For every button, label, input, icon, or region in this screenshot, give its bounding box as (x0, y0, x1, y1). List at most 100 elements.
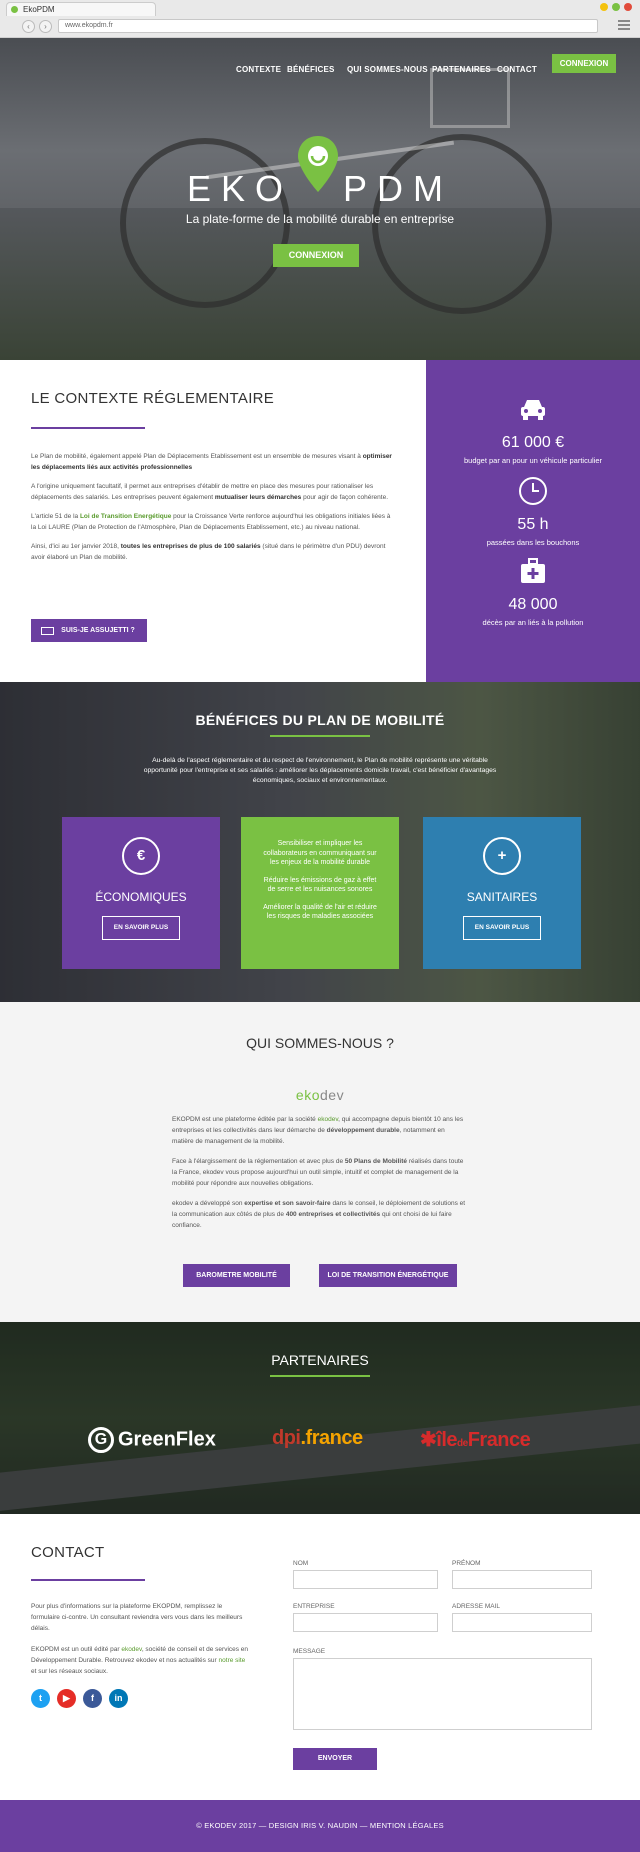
nav-contact[interactable]: CONTACT (497, 60, 537, 80)
card-title: SANITAIRES (466, 890, 538, 904)
stat-car: 61 000 € budget par an pour un véhicule … (426, 394, 640, 465)
close-icon[interactable] (624, 3, 632, 11)
learn-more-button[interactable]: EN SAVOIR PLUS (463, 916, 541, 940)
context-paragraph-3: L'article 51 de la Loi de Transition Ene… (31, 513, 391, 531)
email-field[interactable] (452, 1613, 592, 1632)
card-health: + SANITAIRES EN SAVOIR PLUS (423, 817, 581, 969)
label-prenom: PRÉNOM (452, 1560, 481, 1567)
hero-logo-text: EKO PDM (0, 168, 640, 210)
card-economic: € ÉCONOMIQUES EN SAVOIR PLUS (62, 817, 220, 969)
nav-partenaires[interactable]: PARTENAIRES (432, 60, 491, 80)
footer: © EKODEV 2017 — DESIGN IRIS V. NAUDIN — … (0, 1800, 640, 1852)
card-text: Réduire les émissions de gaz à effet de … (263, 876, 377, 894)
about-section: QUI SOMMES-NOUS ? ekodev EKOPDM est une … (0, 1002, 640, 1322)
hero-tagline: La plate-forme de la mobilité durable en… (185, 212, 455, 226)
title-underline (31, 1579, 145, 1581)
context-title: LE CONTEXTE RÉGLEMENTAIRE (31, 390, 275, 407)
benefits-intro: Au-delà de l'aspect réglementaire et du … (143, 757, 497, 784)
label-message: MESSAGE (293, 1648, 326, 1655)
card-text: Améliorer la qualité de l'air et réduire… (263, 903, 377, 921)
twitter-icon[interactable]: t (31, 1689, 50, 1708)
partners-section: PARTENAIRES G GreenFlex dpi.france ✱îlede… (0, 1322, 640, 1514)
logo-left: EKO (186, 168, 294, 209)
send-button[interactable]: ENVOYER (293, 1748, 377, 1770)
about-title: QUI SOMMES-NOUS ? (246, 1035, 394, 1051)
title-underline (270, 1375, 370, 1377)
mobility-barometer-button[interactable]: BAROMETRE MOBILITÉ (183, 1264, 290, 1287)
context-section: LE CONTEXTE RÉGLEMENTAIRE Le Plan de mob… (0, 360, 426, 682)
stat-value: 61 000 € (501, 434, 565, 451)
nav-connect-button[interactable]: CONNEXION (552, 54, 616, 73)
window-controls (600, 3, 632, 11)
logo-right: PDM (343, 168, 454, 209)
hero-section: CONTEXTE BÉNÉFICES QUI SOMMES-NOUS PARTE… (0, 38, 640, 360)
about-paragraph-3: ekodev a développé son expertise et son … (172, 1200, 466, 1229)
envelope-icon (41, 627, 54, 635)
benefits-section: BÉNÉFICES DU PLAN DE MOBILITÉ Au-delà de… (0, 682, 640, 1002)
about-body: EKOPDM est une plateforme éditée par la … (172, 1114, 468, 1240)
contact-paragraph-1: Pour plus d'informations sur la platefor… (31, 1603, 243, 1632)
stat-value: 48 000 (508, 596, 558, 613)
card-environmental: Sensibiliser et impliquer les collaborat… (241, 817, 399, 969)
message-field[interactable] (293, 1658, 592, 1730)
facebook-icon[interactable]: f (83, 1689, 102, 1708)
stat-label: budget par an pour un véhicule particuli… (463, 456, 602, 465)
car-icon (521, 400, 545, 420)
title-underline (270, 735, 370, 737)
dpi-france-logo[interactable]: dpi.france (272, 1427, 363, 1450)
context-paragraph-2: A l'origine uniquement facultatif, il pe… (31, 483, 389, 501)
company-field[interactable] (293, 1613, 438, 1632)
tab-title: EkoPDM (23, 5, 55, 14)
social-links: t ▶ f in (31, 1689, 251, 1708)
ile-de-france-logo[interactable]: ✱îledeFrance (420, 1427, 531, 1452)
prenom-field[interactable] (452, 1570, 592, 1589)
back-button[interactable]: ‹ (22, 20, 35, 33)
stat-value: 55 h (517, 516, 549, 533)
card-text: Sensibiliser et impliquer les collaborat… (263, 840, 377, 866)
stat-traffic: 55 h passées dans les bouchons (426, 476, 640, 547)
medkit-icon (521, 558, 545, 583)
hamburger-menu-icon[interactable] (618, 20, 630, 30)
greenflex-logo[interactable]: G GreenFlex (88, 1427, 216, 1453)
stat-pollution: 48 000 décès par an liés à la pollution (426, 556, 640, 627)
benefits-title: BÉNÉFICES DU PLAN DE MOBILITÉ (195, 712, 445, 728)
contact-info: CONTACT Pour plus d'informations sur la … (31, 1544, 251, 1708)
label-entreprise: ENTREPRISE (293, 1603, 335, 1610)
hero-connect-button[interactable]: CONNEXION (273, 244, 359, 267)
about-paragraph-2: Face à l'élargissement de la réglementat… (172, 1158, 464, 1187)
energy-transition-law-button[interactable]: LOI DE TRANSITION ÉNERGÉTIQUE (319, 1264, 457, 1287)
plus-icon: + (483, 837, 521, 875)
stats-panel: 61 000 € budget par an pour un véhicule … (426, 360, 640, 682)
stat-label: décès par an liés à la pollution (482, 618, 584, 627)
nav-benefices[interactable]: BÉNÉFICES (287, 60, 335, 80)
partners-title: PARTENAIRES (271, 1352, 369, 1368)
browser-tab[interactable]: EkoPDM (6, 2, 156, 16)
greenflex-mark-icon: G (88, 1427, 114, 1453)
contact-section: CONTACT Pour plus d'informations sur la … (0, 1514, 640, 1800)
nom-field[interactable] (293, 1570, 438, 1589)
contact-paragraph-2: EKOPDM est un outil édité par ekodev, so… (31, 1646, 249, 1675)
partners-overlay (0, 1322, 640, 1514)
label-email: ADRESSE MAIL (452, 1603, 501, 1610)
label-nom: NOM (293, 1560, 309, 1567)
maximize-icon[interactable] (612, 3, 620, 11)
card-title: ÉCONOMIQUES (95, 890, 187, 904)
youtube-icon[interactable]: ▶ (57, 1689, 76, 1708)
learn-more-button[interactable]: EN SAVOIR PLUS (102, 916, 180, 940)
about-paragraph-1: EKOPDM est une plateforme éditée par la … (172, 1116, 464, 1145)
context-paragraph-4: Ainsi, d'ici au 1er janvier 2018, toutes… (31, 543, 386, 561)
linkedin-icon[interactable]: in (109, 1689, 128, 1708)
favicon-icon (11, 6, 18, 13)
main-nav: CONTEXTE BÉNÉFICES QUI SOMMES-NOUS PARTE… (0, 60, 640, 80)
browser-toolbar: EkoPDM ‹ › www.ekopdm.fr (0, 0, 640, 38)
am-i-subject-button[interactable]: SUIS-JE ASSUJETTI ? (31, 619, 147, 642)
context-paragraph-1: Le Plan de mobilité, également appelé Pl… (31, 453, 392, 471)
contact-title: CONTACT (31, 1544, 105, 1561)
nav-contexte[interactable]: CONTEXTE (236, 60, 281, 80)
address-bar[interactable]: www.ekopdm.fr (58, 19, 598, 33)
forward-button[interactable]: › (39, 20, 52, 33)
ekodev-logo: ekodev (295, 1087, 345, 1103)
stat-label: passées dans les bouchons (486, 538, 580, 547)
minimize-icon[interactable] (600, 3, 608, 11)
nav-qui-sommes-nous[interactable]: QUI SOMMES-NOUS (347, 60, 428, 80)
